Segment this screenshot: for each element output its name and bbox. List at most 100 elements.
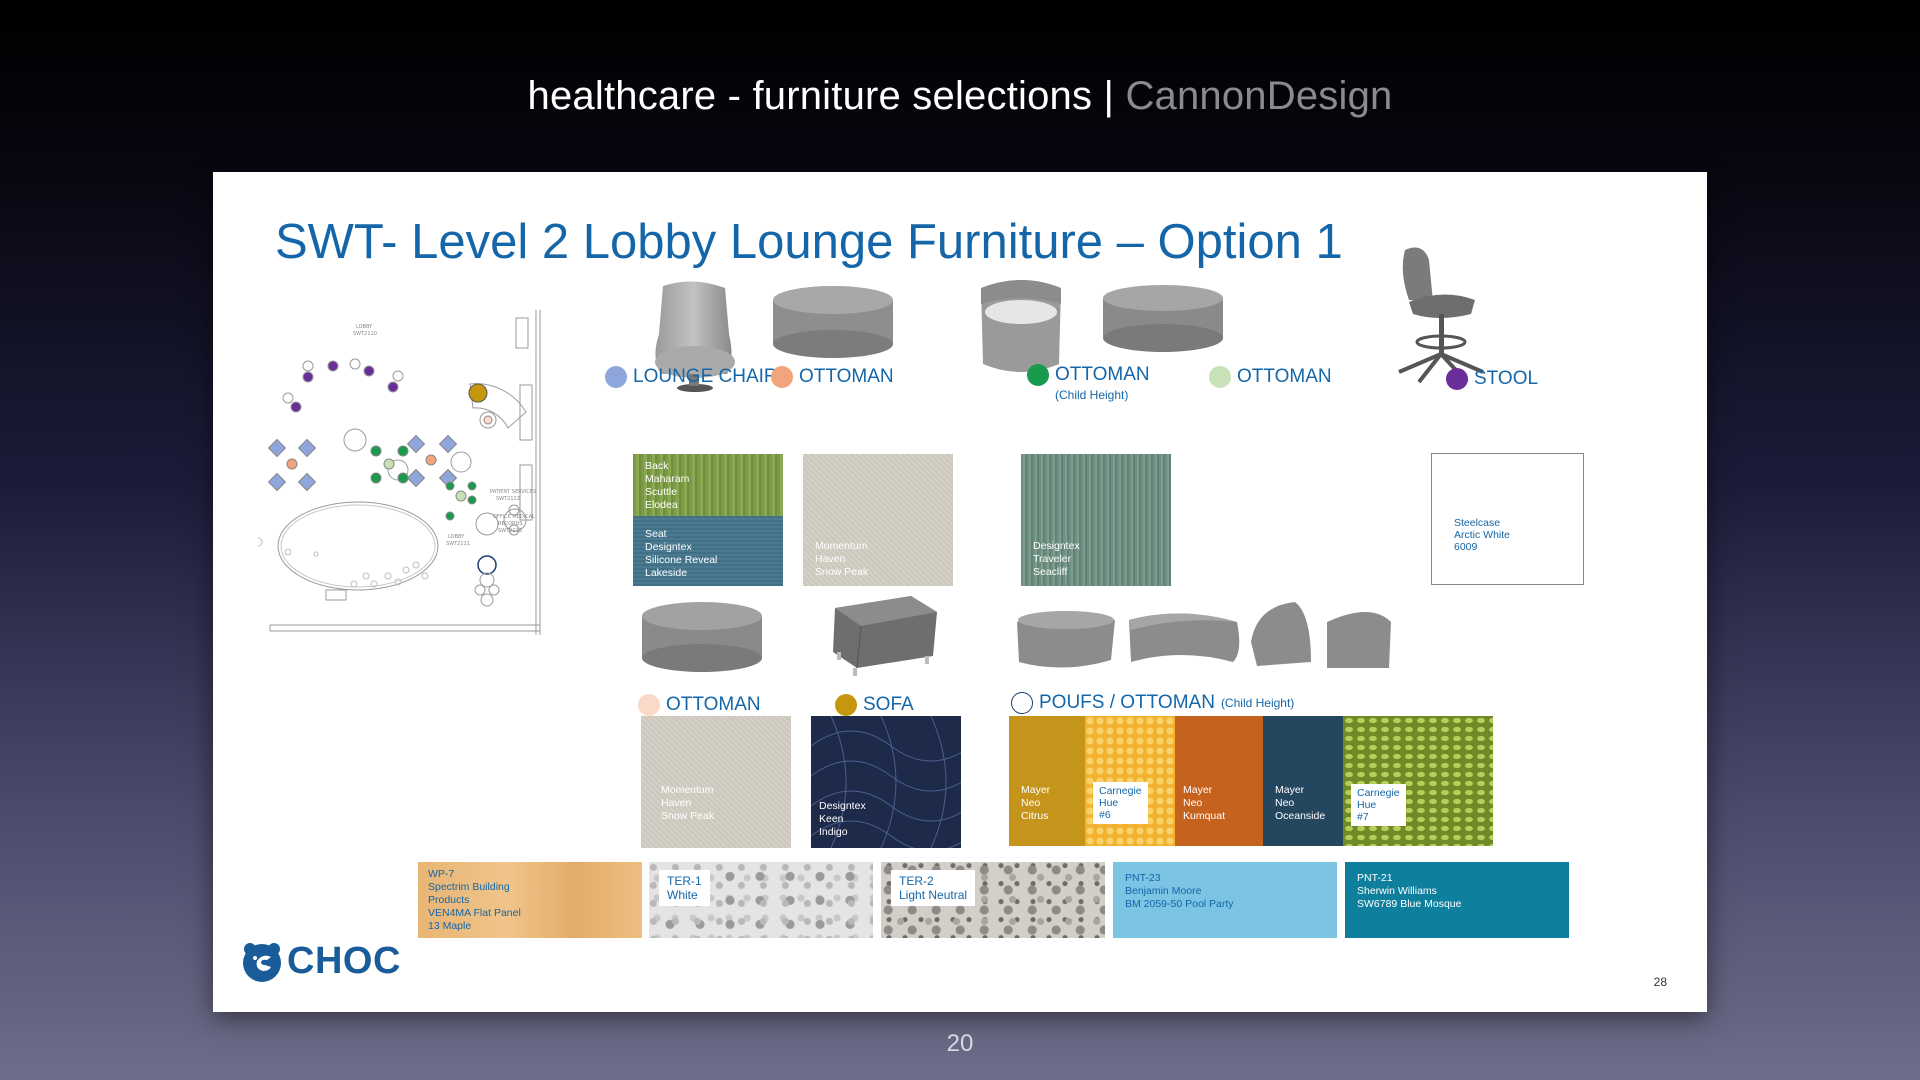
fabric-momentum1-line-3: Snow Peak — [815, 566, 869, 578]
choc-logo-text: CHOC — [287, 940, 401, 982]
finish-ter2-line-2: Light Neutral — [899, 888, 968, 902]
legend-dot-ottoman-child — [1027, 364, 1049, 386]
fabric-citrus-line-3: Citrus — [1021, 810, 1049, 822]
slide-title: SWT- Level 2 Lobby Lounge Furniture – Op… — [275, 215, 1343, 269]
label-ottoman-peach-text: OTTOMAN — [666, 694, 761, 715]
fabric-momentum2-line-2: Haven — [661, 797, 692, 809]
label-lounge-chair-text: LOUNGE CHAIR — [633, 366, 778, 387]
label-stool-text: STOOL — [1474, 368, 1539, 389]
fabric-seat-designtex: Seat Designtex Silicone Reveal Lakeside — [633, 516, 783, 586]
finish-pnt23-pool-party: PNT-23 Benjamin Moore BM 2059-50 Pool Pa… — [1113, 862, 1337, 938]
label-sofa: SOFA — [835, 694, 914, 716]
finish-wp7-line-2: Spectrim Building — [428, 881, 510, 893]
plan-label-lobby-2: LOBBY — [448, 534, 465, 540]
legend-dot-ottoman-orange — [771, 366, 793, 388]
fabric-carnegie-hue-6: Carnegie Hue #6 — [1085, 716, 1175, 846]
fabric-carnegie6-line-3: #6 — [1099, 809, 1111, 821]
fabric-traveler-line-2: Traveler — [1033, 553, 1072, 565]
fabric-traveler-line-3: Seacliff — [1033, 566, 1068, 578]
finish-ter2-light-neutral: TER-2 Light Neutral — [881, 862, 1105, 938]
fabric-momentum1-line-1: Momentum — [815, 540, 868, 552]
fabric-momentum-haven-1: Momentum Haven Snow Peak — [803, 454, 953, 586]
finish-steelcase-arctic-white: Steelcase Arctic White 6009 — [1431, 453, 1584, 585]
header-separator: | — [1103, 74, 1115, 118]
finish-ter1-white: TER-1 White — [649, 862, 873, 938]
label-stool: STOOL — [1446, 368, 1538, 390]
fabric-back-line-4: Elodea — [645, 499, 678, 511]
label-sofa-text: SOFA — [863, 694, 914, 715]
label-ottoman-orange: OTTOMAN — [771, 366, 894, 388]
fabric-designtex-traveler: Designtex Traveler Seacliff — [1021, 454, 1171, 586]
fabric-back-line-1: Back — [645, 460, 669, 472]
finish-ter1-line-2: White — [667, 888, 698, 902]
label-ottoman-orange-text: OTTOMAN — [799, 366, 894, 387]
choc-logo: CHOC — [241, 940, 401, 983]
header-title: healthcare - furniture selections — [527, 74, 1093, 118]
fabric-designtex-keen: Designtex Keen Indigo — [811, 716, 961, 848]
label-poufs-text: POUFS / OTTOMAN — [1039, 692, 1215, 713]
fabric-citrus-line-2: Neo — [1021, 797, 1041, 809]
fabric-mayer-citrus: Mayer Neo Citrus — [1009, 716, 1085, 846]
plan-label-lobby-1-code: SWT2110 — [353, 331, 377, 337]
plan-label-office-medical-code: SWT2113 — [498, 528, 522, 534]
finish-pnt23-line-2: Benjamin Moore — [1125, 885, 1202, 897]
label-ottoman-child-text: OTTOMAN — [1055, 364, 1150, 385]
fabric-seat-line-3: Silicone Reveal — [645, 554, 718, 566]
choc-bear-icon — [243, 942, 281, 982]
fabric-oceanside-line-3: Oceanside — [1275, 810, 1326, 822]
finish-wp7-line-5: 13 Maple — [428, 920, 472, 932]
finish-pnt23-line-3: BM 2059-50 Pool Party — [1125, 898, 1234, 910]
finish-ter2-line-1: TER-2 — [899, 874, 934, 888]
legend-dot-ottoman-peach — [638, 694, 660, 716]
plan-label-patient-services-code: SWT2112 — [496, 496, 520, 502]
header-brand: CannonDesign — [1125, 74, 1393, 118]
fabric-oceanside-line-2: Neo — [1275, 797, 1295, 809]
slide-number: 28 — [1653, 975, 1667, 989]
fabric-seat-line-2: Designtex — [645, 541, 692, 553]
ottoman-light-green-photo — [1103, 285, 1223, 352]
finish-wp7-line-3: Products — [428, 894, 470, 906]
fabric-momentum2-line-3: Snow Peak — [661, 810, 715, 822]
fabric-back-maharam: Back Maharam Scuttle Elodea — [633, 454, 783, 516]
fabric-kumquat-line-3: Kumquat — [1183, 810, 1226, 822]
fabric-citrus-line-1: Mayer — [1021, 784, 1051, 796]
fabric-keen-line-3: Indigo — [819, 826, 848, 838]
sublabel-ottoman-child: (Child Height) — [1055, 388, 1129, 402]
fabric-back-line-2: Maharam — [645, 473, 690, 485]
fabric-keen-line-1: Designtex — [819, 800, 866, 812]
fabric-mayer-kumquat: Mayer Neo Kumquat — [1175, 716, 1263, 846]
steelcase-line-3: 6009 — [1454, 541, 1478, 553]
fabric-carnegie7-line-2: Hue — [1357, 799, 1377, 811]
fabric-momentum1-line-2: Haven — [815, 553, 846, 565]
finish-pnt21-line-2: Sherwin Williams — [1357, 885, 1437, 897]
finish-wp7-maple: WP-7 Spectrim Building Products VEN4MA F… — [418, 862, 642, 938]
fabric-keen-line-2: Keen — [819, 813, 844, 825]
sofa-photo — [833, 596, 937, 676]
fabric-seat-line-4: Lakeside — [645, 567, 688, 579]
finish-pnt21-line-1: PNT-21 — [1357, 872, 1393, 884]
label-ottoman-light-green-text: OTTOMAN — [1237, 366, 1332, 387]
finish-wp7-line-1: WP-7 — [428, 868, 455, 880]
legend-dot-ottoman-light-green — [1209, 366, 1231, 388]
plan-label-lobby-2-code: SWT2111 — [446, 541, 470, 547]
presentation-page-number: 20 — [946, 1030, 974, 1057]
label-ottoman-peach: OTTOMAN — [638, 694, 761, 716]
fabric-oceanside-line-1: Mayer — [1275, 784, 1305, 796]
legend-dot-stool — [1446, 368, 1468, 390]
fabric-carnegie-hue-7: Carnegie Hue #7 — [1343, 716, 1493, 846]
fabric-kumquat-line-2: Neo — [1183, 797, 1203, 809]
fabric-back-line-3: Scuttle — [645, 486, 678, 498]
label-poufs: POUFS / OTTOMAN (Child Height) — [1011, 692, 1294, 714]
plan-label-patient-services: PATIENT SERVICES — [490, 489, 536, 495]
legend-dot-lounge-chair — [605, 366, 627, 388]
fabric-seat-line-1: Seat — [645, 528, 667, 540]
legend-dot-sofa — [835, 694, 857, 716]
fabric-traveler-line-1: Designtex — [1033, 540, 1080, 552]
plan-label-office-medical: OFFICE MEDICAL — [493, 514, 535, 520]
fabric-carnegie7-line-3: #7 — [1357, 811, 1369, 823]
fabric-mayer-oceanside: Mayer Neo Oceanside — [1263, 716, 1343, 846]
legend-dot-poufs — [1011, 692, 1033, 714]
fabric-kumquat-line-1: Mayer — [1183, 784, 1213, 796]
ottoman-orange-photo — [773, 286, 893, 358]
steelcase-line-1: Steelcase — [1454, 517, 1501, 529]
